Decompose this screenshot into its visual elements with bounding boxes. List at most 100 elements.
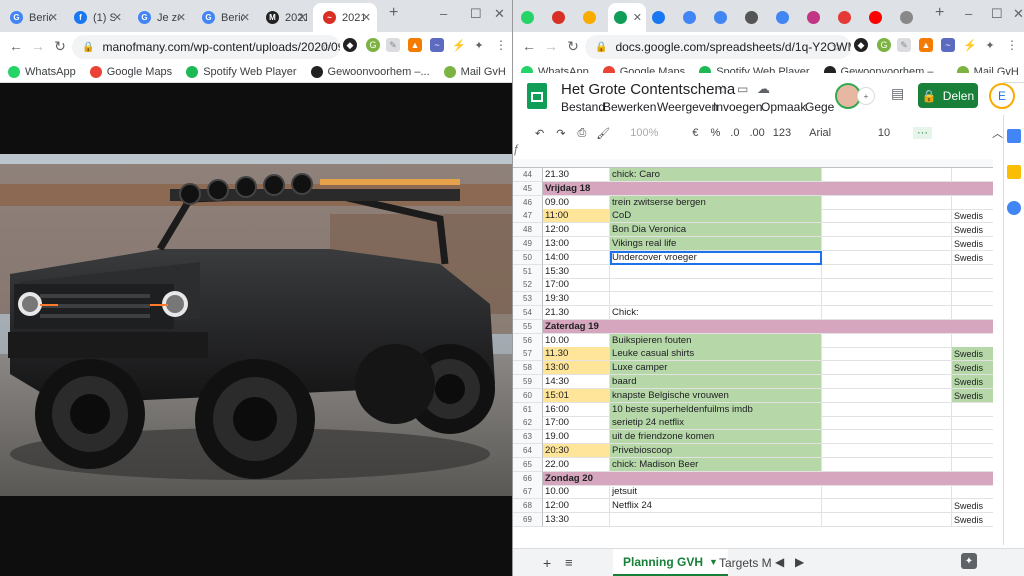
cell-c[interactable] (822, 513, 952, 527)
channel-cell[interactable] (952, 292, 993, 307)
document-title[interactable]: Het Grote Contentschema (561, 81, 735, 98)
menu-invoegen[interactable]: Invoegen (713, 100, 762, 114)
cell-c[interactable] (822, 457, 952, 472)
topic-cell[interactable]: CoD (610, 209, 822, 224)
channel-cell[interactable] (952, 278, 993, 293)
topic-cell[interactable]: Undercover vroeger (610, 250, 822, 265)
day-header-cell[interactable]: Vrijdag 18 (543, 181, 952, 196)
browser-tab[interactable] (801, 3, 831, 32)
browser-tab[interactable] (646, 3, 676, 32)
channel-cell[interactable] (952, 416, 993, 431)
calendar-icon[interactable] (1007, 129, 1021, 143)
topic-cell[interactable] (610, 513, 822, 527)
menu-bewerken[interactable]: Bewerken (603, 100, 656, 114)
topic-cell[interactable]: baard (610, 375, 822, 389)
new-tab-icon[interactable]: + (389, 4, 398, 22)
channel-cell[interactable] (952, 168, 993, 182)
close-tab-icon[interactable]: ✕ (298, 11, 307, 24)
zoom-select[interactable]: 100% (630, 127, 658, 139)
extension-shield-icon[interactable]: ◆ (854, 38, 868, 52)
menu-kebab-icon[interactable]: ⋮ (1005, 38, 1019, 52)
row-number[interactable]: 65 (513, 457, 543, 472)
browser-tab[interactable]: G Bericht✕ (0, 3, 64, 32)
cell-d[interactable] (952, 319, 993, 334)
time-cell[interactable]: 11.30 (543, 347, 610, 362)
browser-tab[interactable] (894, 3, 924, 32)
maximize-icon[interactable]: ☐ (470, 6, 482, 22)
browser-tab[interactable] (739, 3, 769, 32)
time-cell[interactable]: 11:00 (543, 209, 610, 224)
cell-d[interactable] (952, 181, 993, 196)
spreadsheet-grid[interactable]: 44 21.30 chick: Caro 45 Vrijdag 18 46 09.00 tre… (513, 168, 993, 540)
extension-chart-icon[interactable]: ~ (941, 38, 955, 52)
time-cell[interactable]: 13:00 (543, 361, 610, 376)
channel-cell[interactable] (952, 430, 993, 445)
channel-cell[interactable] (952, 403, 993, 417)
row-number[interactable]: 44 (513, 168, 543, 182)
row-number[interactable]: 48 (513, 223, 543, 238)
topic-cell[interactable]: 10 beste superheldenfuilms imdb (610, 402, 822, 417)
cell-c[interactable] (822, 306, 952, 320)
browser-tab[interactable]: G Bericht✕ (192, 3, 256, 32)
row-number[interactable]: 66 (513, 471, 543, 486)
new-tab-icon[interactable]: + (935, 4, 944, 22)
window-close-icon[interactable]: ✕ (494, 6, 505, 22)
extension-analytics-icon[interactable]: ▲ (919, 38, 933, 52)
channel-cell[interactable]: Swedis (952, 347, 993, 362)
row-number[interactable]: 62 (513, 416, 543, 431)
bookmark-item[interactable]: Gewoonvoorhem –... (310, 66, 430, 78)
menu-weergeven[interactable]: Weergeven (657, 100, 718, 114)
topic-cell[interactable]: Leuke casual shirts (610, 347, 822, 362)
font-select[interactable]: Arial (809, 127, 866, 139)
time-cell[interactable]: 09.00 (543, 195, 610, 210)
extension-pencil-icon[interactable]: ✎ (897, 38, 911, 52)
menu-gege[interactable]: Gege (805, 100, 834, 114)
topic-cell[interactable]: Privebioscoop (610, 444, 822, 458)
cell-c[interactable] (822, 333, 952, 348)
extensions-puzzle-icon[interactable]: ✦ (472, 38, 486, 52)
time-cell[interactable]: 15:01 (543, 388, 610, 403)
undo-icon[interactable]: ↶ (535, 127, 544, 140)
collaborators-more-icon[interactable]: + (857, 87, 875, 105)
cell-c[interactable] (822, 485, 952, 500)
close-tab-icon[interactable]: ✕ (113, 11, 122, 24)
time-cell[interactable]: 17:00 (543, 278, 610, 293)
time-cell[interactable]: 20:30 (543, 444, 610, 458)
maximize-icon[interactable]: ☐ (991, 6, 1003, 22)
sheets-logo-icon[interactable] (527, 83, 547, 109)
topic-cell[interactable]: uit de friendzone komen (610, 430, 822, 445)
channel-cell[interactable]: Swedis (952, 251, 993, 265)
cell-c[interactable] (822, 278, 952, 293)
day-header-cell[interactable]: Zondag 20 (543, 471, 952, 486)
cell-c[interactable] (822, 444, 952, 458)
bookmark-item[interactable]: WhatsApp (8, 66, 76, 78)
channel-cell[interactable]: Swedis (952, 223, 993, 238)
cell-c[interactable] (822, 195, 952, 210)
browser-tab[interactable] (863, 3, 893, 32)
extension-grammarly-icon[interactable]: G (366, 38, 380, 52)
browser-tab[interactable]: f (1) St✕ (64, 3, 128, 32)
row-number[interactable]: 51 (513, 264, 543, 279)
row-number[interactable]: 56 (513, 333, 543, 348)
close-tab-icon[interactable]: ✕ (241, 11, 250, 24)
font-size-select[interactable]: 10 (878, 127, 907, 139)
row-number[interactable]: 49 (513, 237, 543, 251)
channel-cell[interactable]: Swedis (952, 499, 993, 514)
scroll-tabs-right-icon[interactable]: ▶ (795, 555, 804, 569)
channel-cell[interactable] (952, 196, 993, 210)
time-cell[interactable]: 12:00 (543, 223, 610, 238)
time-cell[interactable]: 15:30 (543, 264, 610, 279)
url-omnibox[interactable]: 🔒 manofmany.com/wp-content/uploads/2020/… (72, 35, 340, 59)
decrease-decimal-button[interactable]: .0 (730, 127, 739, 139)
bookmark-star-icon[interactable]: ☆ (831, 39, 843, 55)
more-formats-button[interactable]: 123 (773, 127, 791, 139)
topic-cell[interactable]: trein zwitserse bergen (610, 195, 822, 210)
tasks-icon[interactable] (1007, 201, 1021, 215)
cell-c[interactable] (822, 430, 952, 445)
bookmark-item[interactable]: Mail GvH (443, 66, 506, 78)
row-number[interactable]: 50 (513, 250, 543, 265)
row-number[interactable]: 52 (513, 278, 543, 293)
bookmark-item[interactable]: Spotify Web Player (186, 66, 297, 78)
explore-icon[interactable]: ✦ (961, 553, 977, 569)
increase-decimal-button[interactable]: .00 (749, 127, 764, 139)
